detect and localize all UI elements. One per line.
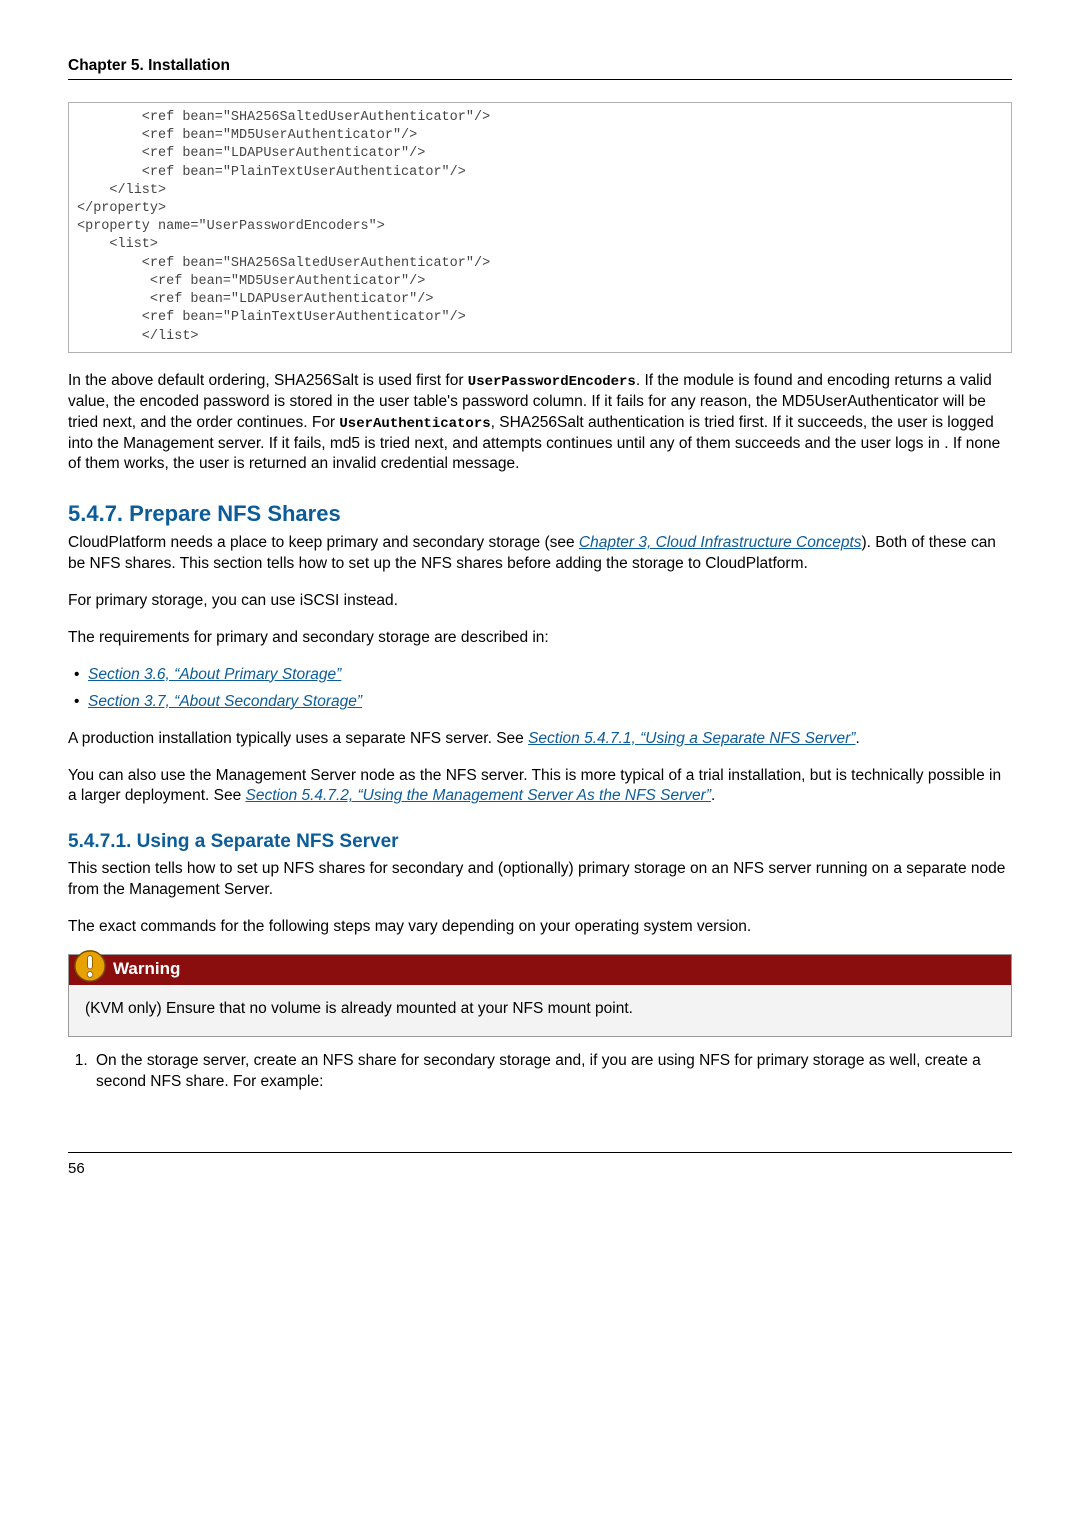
page-footer: 56 [68,1152,1012,1179]
paragraph: For primary storage, you can use iSCSI i… [68,591,1012,612]
subsection-heading: 5.4.7.1. Using a Separate NFS Server [68,829,1012,855]
bullet-list: Section 3.6, “About Primary Storage” Sec… [68,665,1012,713]
paragraph: CloudPlatform needs a place to keep prim… [68,533,1012,575]
warning-header: Warning [69,955,1011,985]
warning-title: Warning [113,959,180,978]
link-section-3-7[interactable]: Section 3.7, “About Secondary Storage” [88,693,362,710]
warning-admonition: Warning (KVM only) Ensure that no volume… [68,954,1012,1037]
paragraph: A production installation typically uses… [68,729,1012,750]
warning-icon [73,949,107,983]
section-heading: 5.4.7. Prepare NFS Shares [68,499,1012,529]
text: CloudPlatform needs a place to keep prim… [68,534,579,551]
code-block: <ref bean="SHA256SaltedUserAuthenticator… [68,102,1012,353]
code-inline: UserPasswordEncoders [468,374,636,390]
list-item: Section 3.6, “About Primary Storage” [80,665,1012,686]
paragraph: This section tells how to set up NFS sha… [68,859,1012,901]
text: . [855,730,859,747]
paragraph: In the above default ordering, SHA256Sal… [68,371,1012,476]
link-section-5-4-7-2[interactable]: Section 5.4.7.2, “Using the Management S… [246,787,712,804]
ordered-list: On the storage server, create an NFS sha… [68,1051,1012,1093]
chapter-title: Chapter 5. Installation [68,56,1012,80]
code-inline: UserAuthenticators [339,416,490,432]
link-section-3-6[interactable]: Section 3.6, “About Primary Storage” [88,666,341,683]
warning-body: (KVM only) Ensure that no volume is alre… [69,985,1011,1036]
paragraph: You can also use the Management Server n… [68,766,1012,808]
link-chapter-3[interactable]: Chapter 3, Cloud Infrastructure Concepts [579,534,862,551]
list-item: Section 3.7, “About Secondary Storage” [80,692,1012,713]
paragraph: The exact commands for the following ste… [68,917,1012,938]
text: . [711,787,715,804]
text: A production installation typically uses… [68,730,528,747]
paragraph: The requirements for primary and seconda… [68,628,1012,649]
text: In the above default ordering, SHA256Sal… [68,372,468,389]
link-section-5-4-7-1[interactable]: Section 5.4.7.1, “Using a Separate NFS S… [528,730,855,747]
list-item: On the storage server, create an NFS sha… [92,1051,1012,1093]
page-number: 56 [68,1160,85,1177]
